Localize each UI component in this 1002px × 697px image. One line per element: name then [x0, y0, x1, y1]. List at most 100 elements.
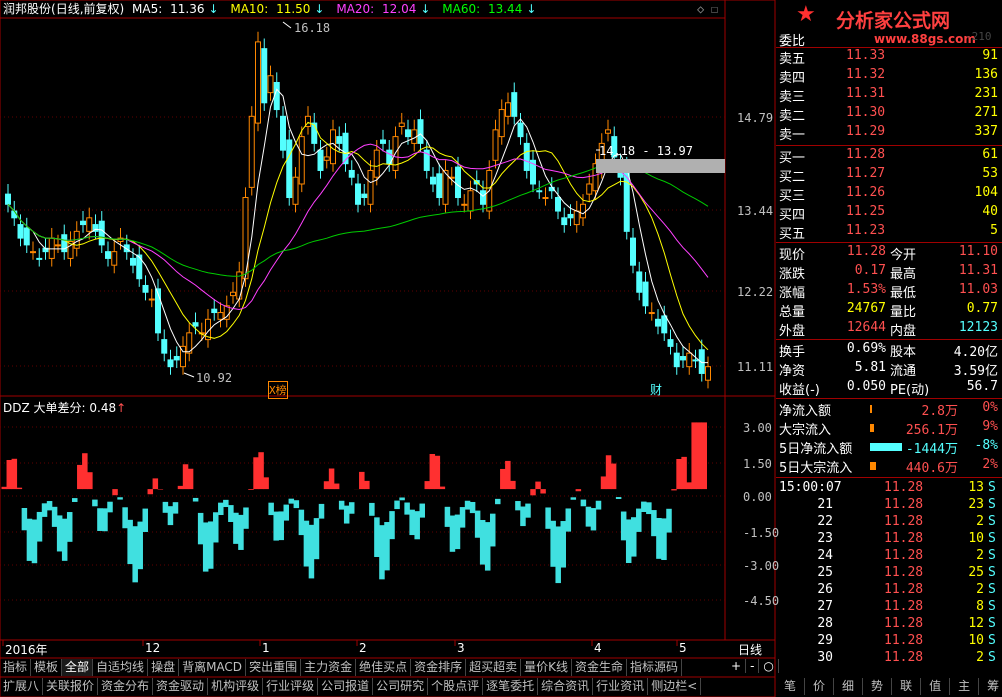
fund-value: 0.69%	[846, 341, 886, 356]
zoom-out-button[interactable]: -	[746, 659, 760, 673]
tab-tabs2-4[interactable]: 机构评级	[208, 678, 264, 695]
ddz-bar	[56, 515, 63, 552]
reset-button[interactable]: ○	[759, 659, 779, 673]
ddz-bar	[691, 422, 697, 490]
tab-tabs2-1[interactable]: 关联报价	[43, 678, 99, 695]
candle-body	[355, 183, 361, 205]
sell-volume: 91	[982, 48, 998, 63]
indicator-tabs: 指标 模板 全部 自适均线 操盘 背离MACD 突出重围 主力资金 绝佳买点 资金排序 超买超卖 量价…	[0, 659, 683, 676]
date-tick: 2016年	[5, 643, 48, 657]
tab-tabs1-2[interactable]: 全部	[62, 659, 94, 676]
tick-time: 21	[817, 497, 833, 512]
tab-tabs1-13[interactable]: 指标源码	[627, 659, 683, 676]
tab-tabs3-1[interactable]: 价	[805, 678, 835, 695]
tab-tabs2-7[interactable]: 公司研究	[373, 678, 429, 695]
flow-bar	[870, 405, 872, 413]
tab-tabs1-4[interactable]: 操盘	[148, 659, 180, 676]
ddz-bar	[510, 480, 516, 490]
ma10-value: 11.50	[276, 2, 311, 16]
ddz-bar	[197, 512, 204, 545]
tab-tabs1-1[interactable]: 模板	[31, 659, 63, 676]
tab-tabs1-11[interactable]: 量价K线	[521, 659, 573, 676]
candle-body	[286, 139, 293, 199]
sell-price: 11.33	[846, 48, 886, 63]
candle-body	[517, 122, 524, 138]
candle-body	[586, 183, 593, 195]
ddz-name: DDZ	[3, 401, 30, 415]
tab-tabs1-9[interactable]: 资金排序	[411, 659, 467, 676]
tab-tabs1-8[interactable]: 绝佳买点	[356, 659, 412, 676]
candle-body	[436, 173, 443, 199]
tab-tabs2-6[interactable]: 公司报道	[318, 678, 374, 695]
tab-tabs2-5[interactable]: 行业评级	[263, 678, 319, 695]
ddz-bar	[218, 502, 224, 516]
tab-tabs2-8[interactable]: 个股点评	[428, 678, 484, 695]
ddz-bar	[681, 456, 687, 490]
sell-price: 11.31	[846, 86, 886, 101]
tab-tabs2-0[interactable]: 扩展八	[0, 678, 44, 695]
ddz-bar	[580, 499, 587, 507]
tab-tabs2-9[interactable]: 逐笔委托	[483, 678, 539, 695]
tab-tabs3-3[interactable]: 势	[863, 678, 893, 695]
ddz-arrow: ↑	[116, 401, 127, 415]
buy-volume: 53	[982, 166, 998, 181]
candle-body	[336, 136, 343, 144]
tick-price: 11.28	[884, 565, 924, 580]
ddz-bar	[288, 498, 295, 504]
tab-tabs2-12[interactable]: 侧边栏<	[648, 678, 702, 695]
tab-tabs1-12[interactable]: 资金生命	[572, 659, 628, 676]
logo-url[interactable]: www.88gs.com	[874, 32, 976, 46]
flow-bar	[870, 462, 876, 470]
diamond-icon[interactable]: ◇	[697, 2, 704, 16]
tab-tabs1-10[interactable]: 超买超卖	[466, 659, 522, 676]
candle-body	[380, 139, 386, 144]
sell-level-label: 卖三	[779, 90, 806, 105]
ddz-bar	[469, 501, 476, 514]
high-annotation: 16.18	[294, 21, 331, 35]
tab-tabs3-5[interactable]: 值	[921, 678, 951, 695]
ddz-header: DDZ 大单差分: 0.48↑	[3, 399, 126, 416]
candle-body	[655, 318, 661, 327]
square-icon[interactable]: ☐	[711, 2, 718, 16]
tab-tabs1-6[interactable]: 突出重围	[246, 659, 302, 676]
tab-tabs3-2[interactable]: 细	[834, 678, 864, 695]
candle-body	[155, 288, 161, 334]
ddz-bar	[348, 502, 355, 514]
candle-body	[648, 312, 655, 315]
ddz-bar	[545, 507, 551, 529]
ddz-bar	[444, 506, 451, 527]
tab-tabs1-7[interactable]: 主力资金	[301, 659, 357, 676]
tab-tabs1-0[interactable]: 指标	[0, 659, 32, 676]
tick-time: 28	[817, 616, 833, 631]
ddz-bar	[122, 507, 128, 529]
tab-tabs1-5[interactable]: 背离MACD	[179, 659, 247, 676]
candle-body	[523, 142, 530, 171]
tab-tabs3-4[interactable]: 联	[892, 678, 922, 695]
zoom-in-button[interactable]: +	[727, 659, 747, 673]
ma5-arrow: ↓	[208, 2, 219, 16]
tick-flag: S	[988, 531, 996, 546]
tab-tabs3-6[interactable]: 主	[950, 678, 980, 695]
ddz-bar	[364, 480, 370, 490]
ddz-bar	[127, 519, 133, 565]
tab-tabs2-2[interactable]: 资金分布	[98, 678, 154, 695]
date-tick: 1	[262, 641, 270, 655]
event-marker[interactable]: 财	[650, 381, 662, 398]
event-marker[interactable]: X榜	[268, 381, 288, 399]
tick-price: 11.28	[884, 616, 924, 631]
tab-tabs3-0[interactable]: 笔	[776, 678, 806, 695]
candle-body	[367, 169, 374, 205]
tab-tabs2-11[interactable]: 行业资讯	[593, 678, 649, 695]
tab-tabs1-3[interactable]: 自适均线	[93, 659, 149, 676]
tab-tabs2-10[interactable]: 综合资讯	[538, 678, 594, 695]
range-annotation: 14.18 - 13.97	[599, 144, 693, 158]
tab-tabs2-3[interactable]: 资金驱动	[153, 678, 209, 695]
period-indicator[interactable]: 日线	[738, 641, 762, 658]
logo-title: 分析家公式网	[836, 10, 951, 32]
ma20-arrow: ↓	[420, 2, 431, 16]
ma5-line	[7, 88, 708, 364]
ddz-tick: -1.50	[743, 526, 780, 540]
tick-volume: 12	[968, 616, 984, 631]
tick-volume: 2	[976, 582, 984, 597]
tab-tabs3-7[interactable]: 筹	[979, 678, 1002, 695]
